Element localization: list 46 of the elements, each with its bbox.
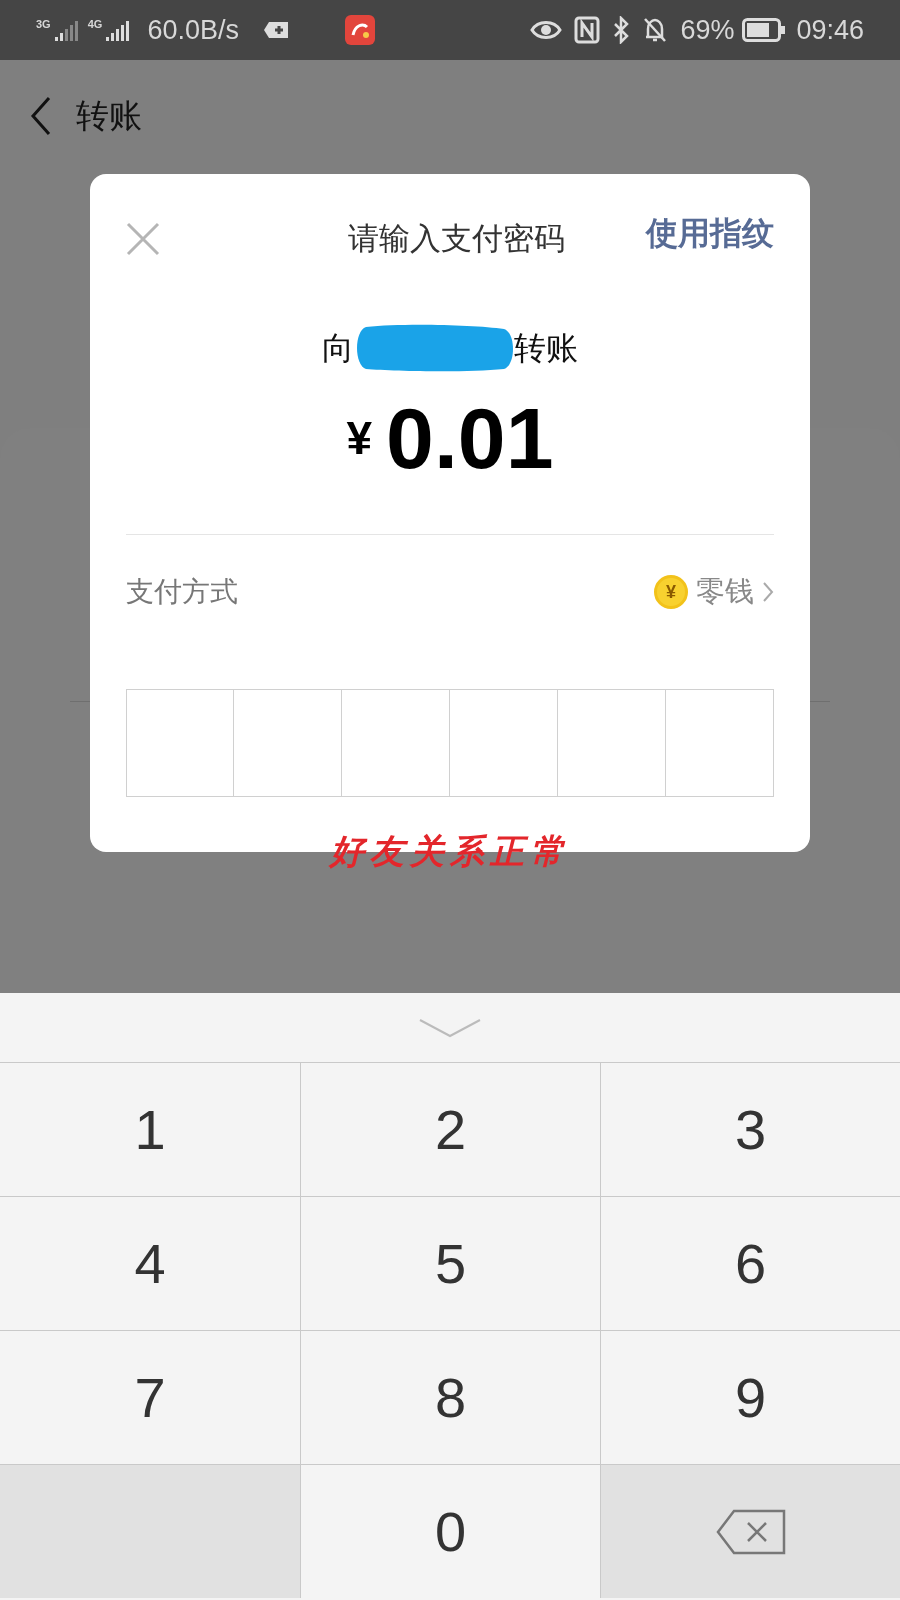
pin-box[interactable] — [126, 689, 234, 797]
digit-key[interactable]: 0 — [300, 1464, 600, 1598]
currency-symbol: ¥ — [346, 410, 373, 466]
back-icon — [30, 96, 52, 136]
app-icon — [344, 15, 375, 45]
network-speed: 60.0B/s — [147, 13, 239, 47]
pin-box[interactable] — [450, 689, 558, 797]
digit-key[interactable]: 6 — [600, 1196, 900, 1330]
pin-box[interactable] — [666, 689, 774, 797]
coin-icon: ¥ — [654, 575, 688, 609]
signal-icon — [106, 19, 132, 41]
network-label: 4G — [87, 19, 103, 30]
chevron-down-icon — [418, 1017, 482, 1038]
digit-key[interactable]: 8 — [300, 1330, 600, 1464]
pin-box[interactable] — [234, 689, 342, 797]
network-label: 3G — [36, 19, 51, 30]
bell-off-icon — [642, 16, 669, 44]
bluetooth-icon — [612, 16, 631, 44]
digit-key[interactable]: 5 — [300, 1196, 600, 1330]
chevron-right-icon — [762, 581, 774, 603]
payment-method-selector[interactable]: ¥ 零钱 — [654, 570, 774, 614]
pin-box[interactable] — [558, 689, 666, 797]
fingerprint-link[interactable]: 使用指纹 — [646, 209, 774, 257]
battery-percent: 69% — [680, 13, 735, 47]
dialog-title: 请输入支付密码 — [348, 219, 565, 258]
eye-icon — [530, 19, 563, 41]
clock: 09:46 — [796, 13, 864, 47]
hide-keyboard-button[interactable] — [418, 1017, 482, 1038]
battery-icon — [742, 18, 787, 42]
backspace-icon — [715, 1508, 786, 1555]
digit-key[interactable]: 2 — [300, 1062, 600, 1196]
recipient-prefix: 向 — [322, 329, 354, 368]
digit-key[interactable]: 3 — [600, 1062, 900, 1196]
nfc-icon — [574, 16, 601, 44]
close-icon — [126, 222, 160, 256]
notification-icon — [262, 21, 289, 39]
payment-label: 支付方式 — [126, 575, 238, 609]
back-button[interactable] — [30, 96, 52, 136]
amount: 0.01 — [386, 395, 554, 481]
recipient-suffix: 转账 — [514, 329, 578, 368]
digit-key[interactable]: 9 — [600, 1330, 900, 1464]
signal-icon — [54, 19, 80, 41]
pin-box[interactable] — [342, 689, 450, 797]
delete-key[interactable] — [600, 1464, 900, 1598]
page-title: 转账 — [76, 96, 142, 137]
close-button[interactable] — [126, 222, 160, 256]
